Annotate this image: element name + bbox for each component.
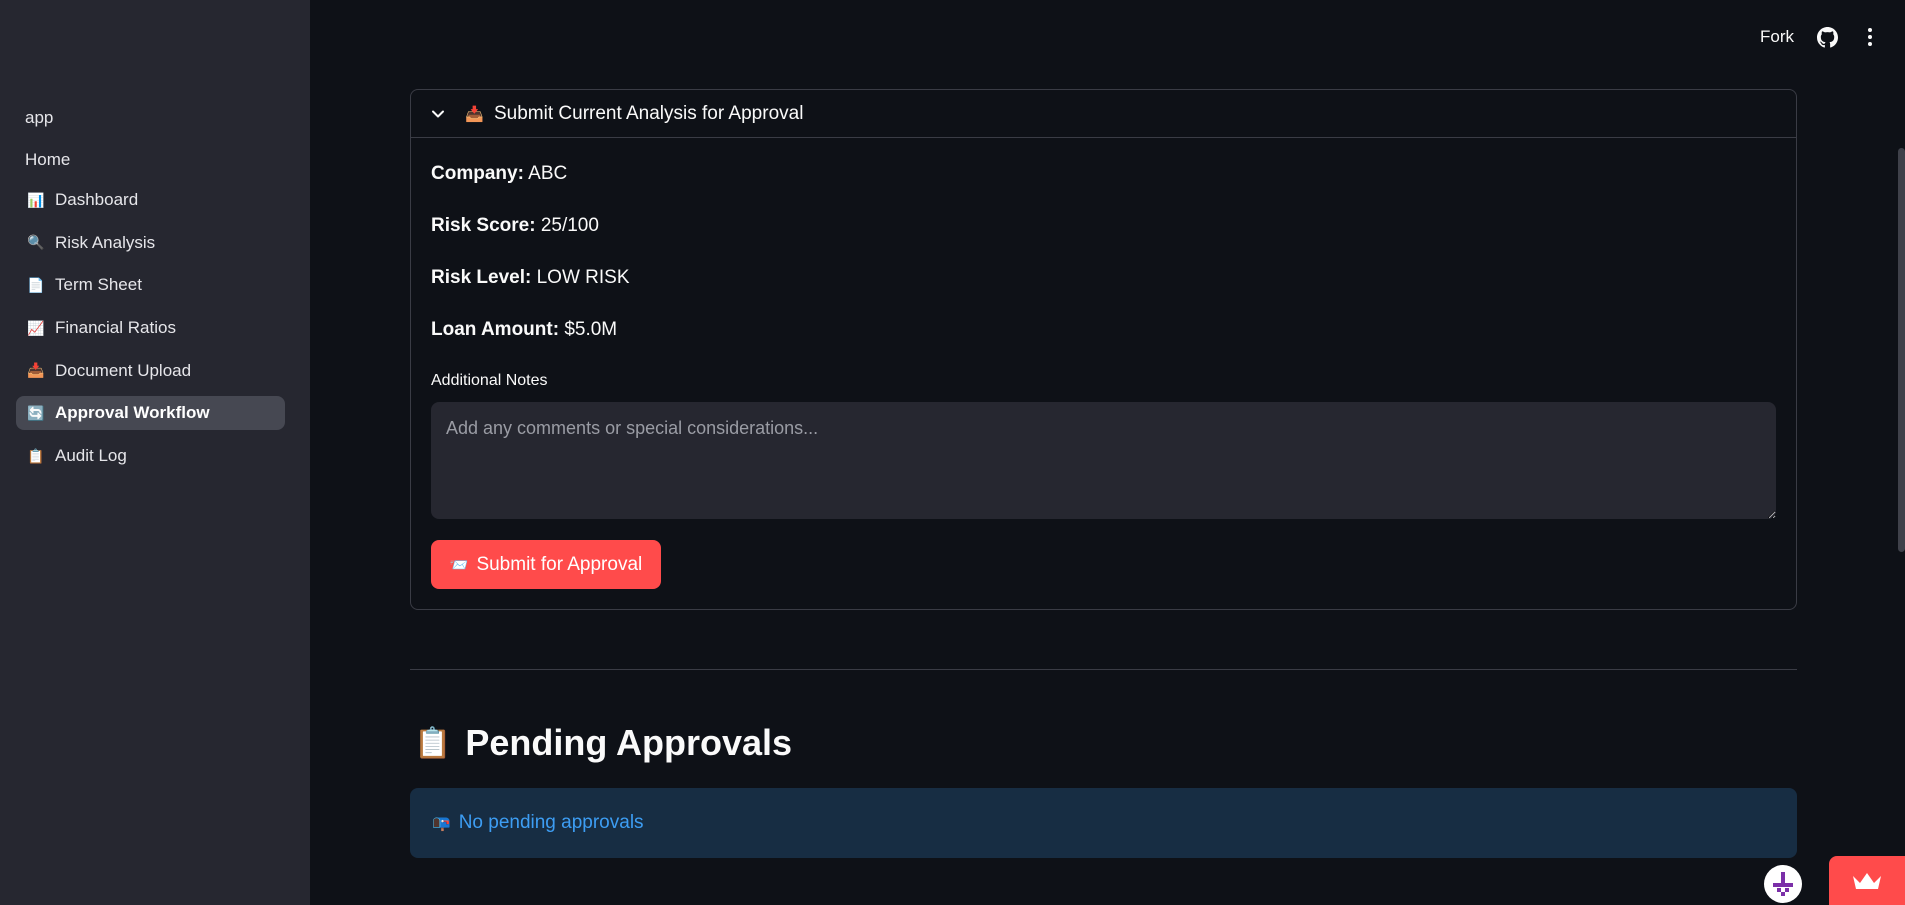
chevron-down-icon xyxy=(432,110,444,117)
sidebar-item-label: Risk Analysis xyxy=(55,232,156,252)
loan-amount-value: $5.0M xyxy=(564,319,618,340)
sidebar-item-document-upload[interactable]: 📥 Document Upload xyxy=(16,354,285,388)
sidebar-item-term-sheet[interactable]: 📄 Term Sheet xyxy=(16,268,285,302)
sidebar-item-label: Dashboard xyxy=(55,190,139,209)
magnifier-icon: 🔍 xyxy=(27,234,45,251)
risk-level-line: Risk Level: LOW RISK xyxy=(431,267,630,289)
pending-approvals-title: 📋 Pending Approvals xyxy=(414,722,792,764)
pixel-avatar-icon xyxy=(1773,872,1793,896)
envelope-icon: 📨 xyxy=(449,556,469,574)
inbox-icon: 📥 xyxy=(465,105,484,123)
chart-up-icon: 📈 xyxy=(27,319,45,336)
sidebar-nav: app Home 📊 Dashboard 🔍 Risk Analysis 📄 T… xyxy=(16,97,285,482)
risk-level-value: LOW RISK xyxy=(536,267,630,288)
streamlit-crown-button[interactable] xyxy=(1829,856,1905,905)
sidebar-item-risk-analysis[interactable]: 🔍 Risk Analysis xyxy=(16,226,285,260)
fork-button[interactable]: Fork xyxy=(1760,27,1794,47)
kebab-menu-icon[interactable] xyxy=(1860,24,1880,50)
inbox-icon: 📥 xyxy=(27,362,45,379)
risk-score-line: Risk Score: 25/100 xyxy=(431,215,599,237)
company-value: ABC xyxy=(528,163,568,184)
sidebar-item-label: Home xyxy=(25,150,71,169)
notes-label: Additional Notes xyxy=(431,372,548,389)
loan-amount-line: Loan Amount: $5.0M xyxy=(431,319,617,341)
risk-score-label: Risk Score: xyxy=(431,215,536,236)
info-message: No pending approvals xyxy=(458,812,644,833)
sidebar: app Home 📊 Dashboard 🔍 Risk Analysis 📄 T… xyxy=(0,0,310,905)
risk-score-value: 25/100 xyxy=(540,215,599,236)
sidebar-item-home[interactable]: Home xyxy=(16,139,285,181)
avatar[interactable] xyxy=(1764,865,1802,903)
submit-analysis-expander: 📥 Submit Current Analysis for Approval C… xyxy=(410,89,1797,610)
company-line: Company: ABC xyxy=(431,163,567,185)
menu-dot xyxy=(1868,35,1872,39)
clipboard-icon: 📋 xyxy=(414,726,452,760)
sidebar-item-label: Document Upload xyxy=(55,360,192,380)
sidebar-item-label: Approval Workflow xyxy=(55,403,210,423)
expander-title: Submit Current Analysis for Approval xyxy=(494,102,804,124)
sidebar-item-approval-workflow[interactable]: 🔄 Approval Workflow xyxy=(16,396,285,431)
sidebar-item-label: Audit Log xyxy=(55,446,127,466)
github-icon[interactable] xyxy=(1817,27,1838,48)
sidebar-item-app[interactable]: app xyxy=(16,97,285,139)
document-icon: 📄 xyxy=(27,276,45,293)
no-pending-info-box: 📭 No pending approvals xyxy=(410,788,1797,858)
mailbox-icon: 📭 xyxy=(432,815,451,832)
clipboard-icon: 📋 xyxy=(27,447,45,464)
refresh-icon: 🔄 xyxy=(27,404,45,421)
risk-level-label: Risk Level: xyxy=(431,267,532,288)
sidebar-item-dashboard[interactable]: 📊 Dashboard xyxy=(16,183,285,217)
submit-button-label: Submit for Approval xyxy=(476,553,643,575)
pending-title-text: Pending Approvals xyxy=(465,722,793,763)
crown-icon xyxy=(1853,872,1881,889)
sidebar-item-financial-ratios[interactable]: 📈 Financial Ratios xyxy=(16,311,285,345)
menu-dot xyxy=(1868,42,1872,46)
loan-amount-label: Loan Amount: xyxy=(431,319,560,340)
submit-for-approval-button[interactable]: 📨 Submit for Approval xyxy=(431,540,661,589)
sidebar-item-label: app xyxy=(25,108,54,127)
scrollbar[interactable] xyxy=(1898,148,1905,552)
expander-header[interactable]: 📥 Submit Current Analysis for Approval xyxy=(411,90,1796,138)
sidebar-item-label: Term Sheet xyxy=(55,275,142,295)
sidebar-item-label: Financial Ratios xyxy=(55,318,176,338)
section-divider xyxy=(410,669,1797,670)
notes-textarea[interactable] xyxy=(431,402,1776,519)
sidebar-item-audit-log[interactable]: 📋 Audit Log xyxy=(16,439,285,473)
company-label: Company: xyxy=(431,163,524,184)
bar-chart-icon: 📊 xyxy=(27,191,45,208)
menu-dot xyxy=(1868,28,1872,32)
